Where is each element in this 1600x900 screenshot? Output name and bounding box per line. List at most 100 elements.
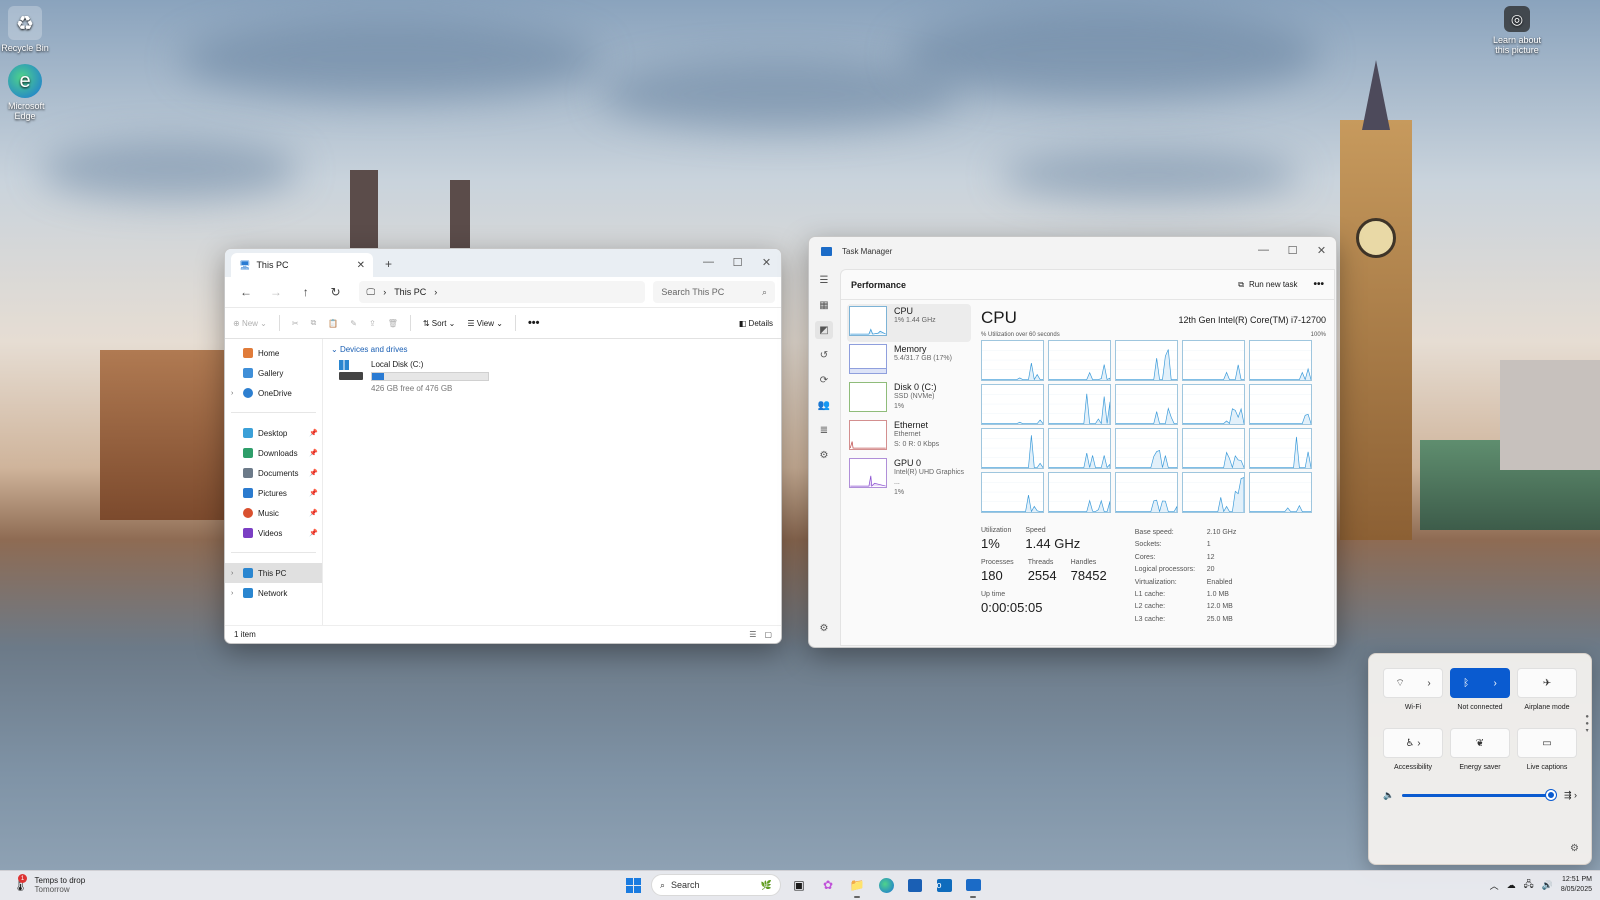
pin-icon[interactable]: 📌 [309, 509, 318, 517]
up-icon[interactable]: ↑ [291, 285, 321, 299]
more-options-icon[interactable]: ••• [1313, 279, 1324, 290]
maximize-icon[interactable]: ☐ [1278, 239, 1307, 261]
new-button[interactable]: ⊕ New ⌄ [233, 319, 267, 328]
task-manager-taskbar-button[interactable] [962, 874, 984, 898]
clock[interactable]: 12:51 PM 8/05/2025 [1561, 875, 1592, 895]
tab-this-pc[interactable]: 🖥 This PC ✕ [231, 253, 373, 277]
audio-output-icon[interactable]: ⇶ › [1564, 790, 1577, 801]
taskbar-search[interactable]: ⌕ Search 🌿 [651, 874, 781, 896]
app-history-icon[interactable]: ↺ [815, 346, 833, 364]
nav-item-videos[interactable]: Videos 📌 [225, 523, 322, 543]
live-captions-toggle[interactable]: ▭ [1517, 728, 1577, 758]
settings-gear-icon[interactable]: ⚙ [815, 619, 833, 637]
file-explorer-taskbar-button[interactable]: 📁 [846, 874, 868, 898]
nav-item-desktop[interactable]: Desktop 📌 [225, 423, 322, 443]
forward-icon[interactable]: → [261, 285, 291, 299]
refresh-icon[interactable]: ↻ [321, 285, 351, 299]
resource-item-ethernet[interactable]: Ethernet Ethernet S: 0 R: 0 Kbps [847, 418, 971, 456]
paste-icon[interactable]: 📋 [328, 319, 338, 328]
volume-slider[interactable] [1402, 790, 1557, 800]
nav-item-gallery[interactable]: Gallery [225, 363, 322, 383]
volume-icon[interactable]: 🔊 [1542, 880, 1553, 891]
nav-item-documents[interactable]: Documents 📌 [225, 463, 322, 483]
sort-button[interactable]: ⇅ Sort ⌄ [423, 319, 456, 328]
recycle-bin-icon[interactable]: ♻ Recycle Bin [0, 6, 50, 53]
run-new-task-button[interactable]: ⧉ Run new task [1238, 280, 1297, 290]
nav-item-home[interactable]: Home [225, 343, 322, 363]
task-view-button[interactable]: ▣ [788, 874, 810, 896]
nav-item-this-pc[interactable]: › This PC [225, 563, 322, 583]
chevron-right-icon[interactable]: › [1493, 678, 1496, 689]
more-options-icon[interactable]: ••• [528, 317, 540, 329]
minimize-icon[interactable]: — [694, 251, 723, 273]
settings-gear-icon[interactable]: ⚙ [1570, 843, 1579, 854]
pin-icon[interactable]: 📌 [309, 529, 318, 537]
cut-icon[interactable]: ✂ [292, 319, 299, 328]
details-button[interactable]: ◧ Details [739, 319, 773, 328]
tiles-view-icon[interactable]: ▢ [764, 630, 772, 639]
chevron-right-icon[interactable]: › [231, 590, 233, 597]
page-indicator[interactable]: ● ● ▾ [1585, 714, 1589, 735]
services-icon[interactable]: ⚙ [815, 446, 833, 464]
group-header[interactable]: ⌄ Devices and drives [331, 345, 773, 354]
chevron-right-icon[interactable]: › [1427, 678, 1430, 689]
close-icon[interactable]: ✕ [1307, 239, 1336, 261]
startup-apps-icon[interactable]: ⟳ [815, 371, 833, 389]
list-view-icon[interactable]: ☰ [749, 630, 756, 639]
close-tab-icon[interactable]: ✕ [357, 260, 365, 271]
wifi-toggle[interactable]: ⌔ › [1383, 668, 1443, 698]
minimize-icon[interactable]: — [1249, 239, 1278, 261]
users-icon[interactable]: 👥 [815, 396, 833, 414]
nav-label: Pictures [258, 488, 287, 498]
learn-picture-icon[interactable]: ◎ Learn about this picture [1490, 6, 1544, 55]
nav-item-pictures[interactable]: Pictures 📌 [225, 483, 322, 503]
nav-item-downloads[interactable]: Downloads 📌 [225, 443, 322, 463]
close-icon[interactable]: ✕ [752, 251, 781, 273]
drive-item-c[interactable]: Local Disk (C:) 426 GB free of 476 GB [337, 360, 773, 393]
back-icon[interactable]: ← [231, 285, 261, 299]
pin-icon[interactable]: 📌 [309, 469, 318, 477]
show-hidden-icons-icon[interactable]: ︿ [1490, 879, 1499, 892]
hamburger-menu-icon[interactable]: ☰ [815, 271, 833, 289]
edge-desktop-icon[interactable]: e Microsoft Edge [0, 64, 50, 121]
resource-item-memory[interactable]: Memory 5.4/31.7 GB (17%) [847, 342, 971, 380]
chevron-right-icon[interactable]: › [231, 390, 233, 397]
resource-item-disk[interactable]: Disk 0 (C:) SSD (NVMe) 1% [847, 380, 971, 418]
nav-item-onedrive[interactable]: › OneDrive [225, 383, 322, 403]
maximize-icon[interactable]: ☐ [723, 251, 752, 273]
view-button[interactable]: ☰ View ⌄ [467, 319, 503, 328]
nav-item-music[interactable]: Music 📌 [225, 503, 322, 523]
resource-item-cpu[interactable]: CPU 1% 1.44 GHz [847, 304, 971, 342]
airplane-mode-toggle[interactable]: ✈ [1517, 668, 1577, 698]
energy-saver-toggle[interactable]: ❦ [1450, 728, 1510, 758]
onedrive-icon[interactable]: ☁ [1507, 880, 1516, 891]
pin-icon[interactable]: 📌 [309, 449, 318, 457]
pin-icon[interactable]: 📌 [309, 429, 318, 437]
copy-icon[interactable]: ⧉ [311, 318, 317, 328]
network-icon[interactable]: 🖧 [1524, 877, 1534, 893]
copilot-button[interactable]: ✿ [817, 874, 839, 896]
new-tab-icon[interactable]: + [385, 257, 392, 271]
breadcrumb[interactable]: This PC [394, 287, 426, 297]
volume-knob[interactable] [1546, 790, 1557, 800]
resource-item-gpu[interactable]: GPU 0 Intel(R) UHD Graphics ... 1% [847, 456, 971, 496]
edge-taskbar-button[interactable] [875, 874, 897, 896]
delete-icon[interactable]: 🗑 [388, 319, 398, 328]
nav-item-network[interactable]: › Network [225, 583, 322, 603]
share-icon[interactable]: ⇪ [369, 319, 376, 328]
details-list-icon[interactable]: ≣ [815, 421, 833, 439]
chevron-right-icon[interactable]: › [231, 570, 233, 577]
rename-icon[interactable]: ✎ [350, 319, 357, 328]
processes-icon[interactable]: ▦ [815, 296, 833, 314]
accessibility-toggle[interactable]: ♿ › [1383, 728, 1443, 758]
performance-icon[interactable]: ◩ [815, 321, 833, 339]
start-button[interactable] [622, 874, 644, 896]
pin-icon[interactable]: 📌 [309, 489, 318, 497]
outlook-taskbar-button[interactable]: o [933, 874, 955, 896]
weather-widget[interactable]: 🌡 1 Temps to drop Tomorrow [12, 874, 85, 894]
address-bar[interactable]: 🖵 › This PC › [358, 281, 646, 303]
bluetooth-toggle[interactable]: ᛒ › [1450, 668, 1510, 698]
store-taskbar-button[interactable] [904, 874, 926, 896]
search-input[interactable]: Search This PC ⌕ [653, 281, 775, 303]
speaker-icon[interactable]: 🔈 [1383, 790, 1394, 801]
